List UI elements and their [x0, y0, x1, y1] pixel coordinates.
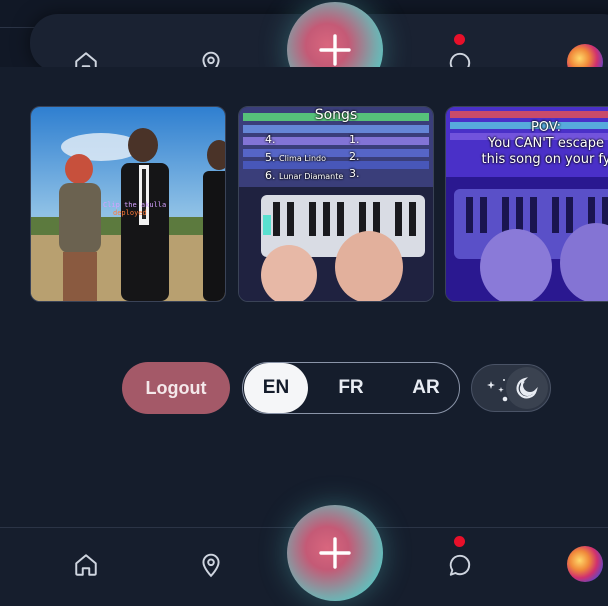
home-icon[interactable]: [73, 50, 99, 67]
plus-icon: [319, 537, 351, 569]
home-icon[interactable]: [73, 552, 99, 578]
language-selector: EN FR AR: [242, 362, 460, 414]
avatar[interactable]: [567, 546, 603, 582]
app-page: Clip the akulla deployed Songs 4. 5. Cli…: [0, 0, 608, 606]
chat-icon[interactable]: [447, 552, 473, 578]
chat-icon[interactable]: [447, 50, 473, 67]
logout-button[interactable]: Logout: [122, 362, 230, 414]
language-option-ar[interactable]: AR: [394, 363, 458, 413]
theme-toggle-knob: [506, 367, 548, 409]
video-thumbnails: Clip the akulla deployed Songs 4. 5. Cli…: [0, 106, 608, 302]
create-post-button[interactable]: [287, 505, 383, 601]
songs-title: Songs: [314, 107, 358, 123]
pov-line1: You CAN'T escape: [487, 136, 605, 151]
language-option-fr[interactable]: FR: [319, 363, 383, 413]
songs-list-left: 4. 5. Clima Lindo 6. Lunar Diamante: [265, 133, 344, 182]
location-pin-icon[interactable]: [198, 552, 224, 578]
theme-toggle[interactable]: [471, 364, 551, 412]
top-nav-strip: [0, 0, 608, 67]
pov-overlay: POV: You CAN'T escape this song on your …: [446, 120, 608, 168]
notification-dot: [454, 536, 465, 547]
location-pin-icon[interactable]: [198, 50, 224, 67]
video-thumbnail-3[interactable]: POV: You CAN'T escape this song on your …: [445, 106, 608, 302]
songs-list-right: 1. 2. 3.: [349, 133, 360, 180]
moon-icon: [516, 377, 538, 399]
pov-title: POV:: [530, 120, 562, 135]
pov-line2: this song on your fy: [481, 152, 608, 167]
plus-icon: [319, 34, 351, 66]
songs-overlay: Songs 4. 5. Clima Lindo 6. Lunar Diamant…: [239, 107, 433, 182]
language-option-en[interactable]: EN: [244, 363, 308, 413]
thumbnail-caption: Clip the akulla deployed: [103, 201, 167, 217]
notification-dot: [454, 34, 465, 45]
video-thumbnail-1[interactable]: Clip the akulla deployed: [30, 106, 226, 302]
create-post-button[interactable]: [287, 2, 383, 67]
video-thumbnail-2[interactable]: Songs 4. 5. Clima Lindo 6. Lunar Diamant…: [238, 106, 434, 302]
